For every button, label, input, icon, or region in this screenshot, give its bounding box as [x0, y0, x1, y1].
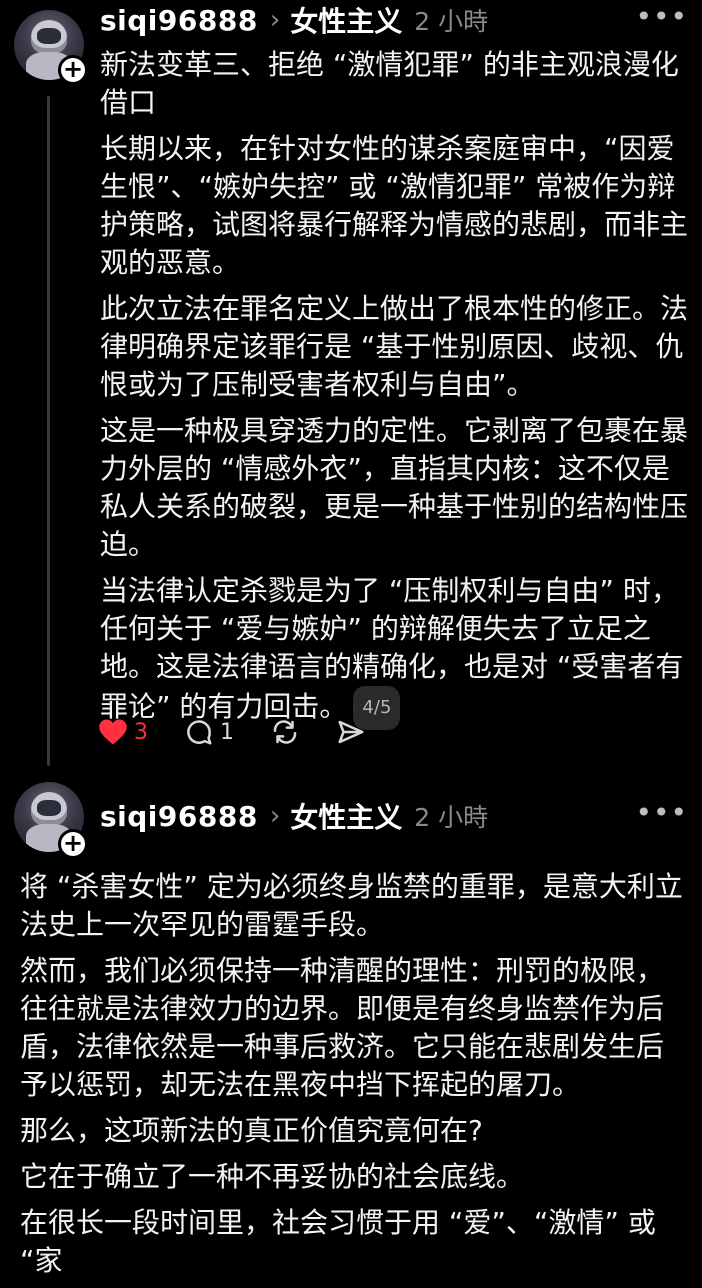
post-paragraph: 当法律认定杀戮是为了 “压制权利与自由” 时，任何关于 “爱与嫉妒” 的辩解便失…: [100, 572, 690, 730]
topic-tag[interactable]: 女性主义: [290, 0, 402, 40]
chevron-right-icon: ›: [269, 801, 281, 831]
thread-line: [47, 96, 50, 766]
repost-button[interactable]: [270, 717, 300, 747]
post-body: 新法变革三、拒绝 “激情犯罪” 的非主观浪漫化借口 长期以来，在针对女性的谋杀案…: [100, 46, 690, 738]
reply-count: 1: [220, 719, 234, 745]
reply-button[interactable]: 1: [184, 717, 234, 747]
post-paragraph: 这是一种极具穿透力的定性。它剥离了包裹在暴力外层的 “情感外衣”，直指其内核：这…: [100, 414, 689, 561]
post-paragraph: 新法变革三、拒绝 “激情犯罪” 的非主观浪漫化借口: [100, 48, 679, 119]
timestamp: 2 小時: [414, 803, 489, 832]
like-button[interactable]: 3: [98, 718, 148, 746]
post-paragraph: 然而，我们必须保持一种清醒的理性：刑罚的极限，往往就是法律效力的边界。即便是有终…: [20, 954, 665, 1101]
more-options-icon[interactable]: •••: [635, 0, 688, 33]
topic-tag[interactable]: 女性主义: [290, 796, 402, 836]
timestamp: 2 小時: [414, 7, 489, 36]
post-header: siqi96888 › 女性主义 2 小時: [100, 0, 690, 40]
more-options-icon[interactable]: •••: [635, 796, 688, 829]
post-body: 将 “杀害女性” 定为必须终身监禁的重罪，是意大利立法史上一次罕见的雷霆手段。 …: [20, 868, 690, 1288]
post-paragraph: 此次立法在罪名定义上做出了根本性的修正。法律明确界定该罪行是 “基于性别原因、歧…: [100, 292, 689, 401]
send-icon: [338, 720, 364, 744]
post-paragraph: 将 “杀害女性” 定为必须终身监禁的重罪，是意大利立法史上一次罕见的雷霆手段。: [20, 870, 683, 941]
repost-icon: [273, 720, 297, 744]
visor-shape: [37, 800, 61, 816]
post-paragraph: 在很长一段时间里，社会习惯于用 “爱”、“激情” 或 “家: [20, 1206, 656, 1277]
follow-plus-icon[interactable]: +: [58, 829, 88, 859]
share-button[interactable]: [336, 717, 366, 747]
post-paragraph: 那么，这项新法的真正价值究竟何在?: [20, 1114, 483, 1147]
chevron-right-icon: ›: [269, 5, 281, 35]
post-paragraph: 它在于确立了一种不再妥协的社会底线。: [20, 1160, 525, 1193]
username[interactable]: siqi96888: [100, 800, 258, 833]
like-count: 3: [134, 719, 148, 745]
post-header: siqi96888 › 女性主义 2 小時: [100, 796, 690, 836]
post-paragraph: 长期以来，在针对女性的谋杀案庭审中，“因爱生恨”、“嫉妒失控” 或 “激情犯罪”…: [100, 132, 689, 279]
visor-shape: [37, 28, 61, 44]
heart-icon: [99, 719, 127, 745]
username[interactable]: siqi96888: [100, 4, 258, 37]
comment-bubble-icon: [187, 720, 212, 745]
action-bar: 3 1: [98, 712, 402, 752]
follow-plus-icon[interactable]: +: [58, 55, 88, 85]
